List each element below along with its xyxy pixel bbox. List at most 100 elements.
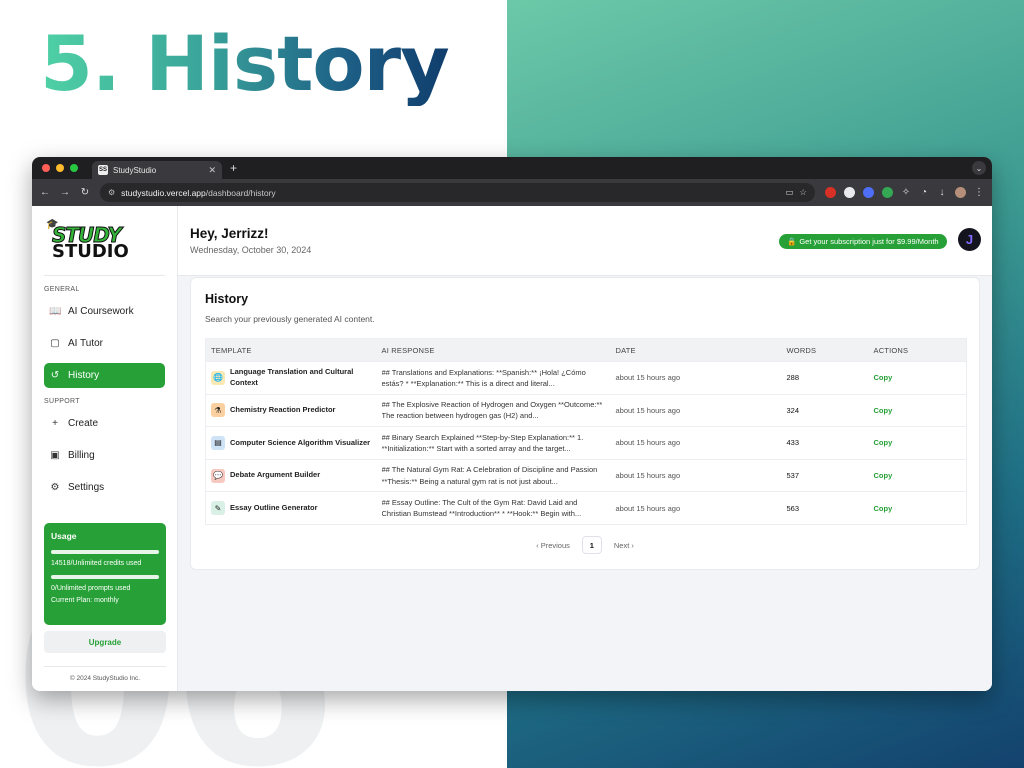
url-path: /dashboard/history: [205, 187, 276, 198]
user-avatar[interactable]: J: [958, 228, 981, 251]
sidebar-item-settings[interactable]: ⚙ Settings: [44, 475, 165, 500]
back-icon[interactable]: ←: [40, 187, 50, 198]
page-title: History: [205, 292, 249, 306]
column-header-template: TEMPLATE: [211, 345, 252, 355]
copy-button[interactable]: Copy: [869, 459, 967, 492]
ai-response-preview: ## Translations and Explanations: **Span…: [381, 367, 586, 388]
sidebar-item-ai-coursework[interactable]: 📖 AI Coursework: [44, 299, 165, 324]
browser-tabbar: SS StudyStudio ✕ + ⌄: [32, 157, 992, 179]
next-page-button[interactable]: Next ›: [614, 541, 634, 550]
address-bar[interactable]: ⚙ studystudio.vercel.app/dashboard/histo…: [100, 183, 815, 202]
close-window-button[interactable]: [42, 164, 50, 172]
prompts-used-text: 0/Unlimited prompts used: [51, 585, 131, 592]
history-card: History Search your previously generated…: [190, 277, 980, 570]
book-icon: 📖: [49, 306, 62, 317]
support-section-label: SUPPORT: [44, 398, 80, 405]
browser-tab[interactable]: SS StudyStudio ✕: [92, 161, 222, 179]
extension-green-icon[interactable]: [882, 187, 893, 198]
previous-page-button[interactable]: ‹ Previous: [536, 541, 570, 550]
browser-menu-icon[interactable]: ⋮: [974, 187, 984, 198]
sidebar-item-ai-tutor[interactable]: ▢ AI Tutor: [44, 331, 165, 356]
general-section-label: GENERAL: [44, 286, 80, 293]
extension-red-icon[interactable]: [825, 187, 836, 198]
download-icon[interactable]: ↓: [937, 187, 947, 198]
browser-window: SS StudyStudio ✕ + ⌄ ← → ↻ ⚙ studystudio…: [32, 157, 992, 691]
sidebar-item-label: Settings: [68, 482, 105, 493]
sidebar-footer: © 2024 StudyStudio Inc.: [44, 666, 166, 682]
template-name: Language Translation and Cultural Contex…: [230, 367, 354, 387]
credits-progress-bar: [51, 550, 159, 554]
row-words: 537: [786, 471, 800, 481]
row-date: about 15 hours ago: [615, 503, 681, 513]
profile-avatar-icon[interactable]: [955, 187, 966, 198]
close-tab-icon[interactable]: ✕: [208, 165, 216, 176]
tab-title: StudyStudio: [113, 165, 157, 175]
table-row: ▤ Computer Science Algorithm Visualizer #…: [205, 426, 967, 460]
site-info-icon[interactable]: ⚙: [108, 188, 115, 197]
extensions-row: ✧ ◔ ↓ ⋮: [825, 187, 984, 198]
greeting: Hey, Jerrizz!: [190, 226, 269, 241]
pagination: ‹ Previous 1 Next ›: [191, 536, 979, 554]
usage-title: Usage: [51, 531, 77, 541]
column-header-ai-response: AI RESPONSE: [381, 345, 435, 355]
prompts-progress-bar: [51, 575, 159, 579]
forward-icon[interactable]: →: [60, 187, 70, 198]
url-host: studystudio.vercel.app: [121, 187, 206, 198]
template-name: Essay Outline Generator: [230, 502, 318, 512]
sidebar-item-billing[interactable]: ▣ Billing: [44, 443, 165, 468]
table-header-row: TEMPLATE AI RESPONSE DATE WORDS ACTIONS: [205, 338, 967, 362]
bookmark-star-icon[interactable]: ☆: [799, 187, 807, 198]
credits-used-text: 14518/Unlimited credits used: [51, 560, 142, 567]
ai-response-preview: ## The Explosive Reaction of Hydrogen an…: [381, 400, 603, 421]
essay-template-icon: ✎: [211, 501, 225, 516]
previous-label: Previous: [540, 540, 570, 550]
row-date: about 15 hours ago: [615, 405, 681, 415]
row-date: about 15 hours ago: [615, 438, 681, 448]
sidebar-item-create[interactable]: + Create: [44, 411, 165, 436]
sidebar-icon[interactable]: ◔: [919, 187, 929, 198]
chemistry-template-icon: ⚗: [211, 403, 225, 418]
row-words: 433: [786, 438, 800, 448]
debate-template-icon: 💬: [211, 468, 225, 483]
extension-chatgpt-icon[interactable]: [844, 187, 855, 198]
table-row: ⚗ Chemistry Reaction Predictor ## The Exp…: [205, 394, 967, 427]
extensions-puzzle-icon[interactable]: ✧: [901, 187, 911, 198]
copy-button[interactable]: Copy: [869, 427, 967, 460]
row-words: 288: [786, 373, 800, 383]
row-words: 324: [786, 405, 800, 415]
sidebar: 🎓 STUDY STUDIO GENERAL 📖 AI Coursework ▢…: [32, 206, 178, 691]
column-header-words: WORDS: [786, 345, 817, 355]
new-tab-icon[interactable]: +: [230, 161, 237, 175]
sidebar-item-label: Create: [68, 418, 99, 429]
logo-mark: 🎓 STUDY STUDIO: [46, 219, 130, 263]
page-subtitle: Search your previously generated AI cont…: [205, 314, 375, 324]
tab-search-icon[interactable]: ⌄: [972, 161, 986, 175]
window-controls: [42, 164, 78, 172]
maximize-window-button[interactable]: [70, 164, 78, 172]
extension-blue-icon[interactable]: [863, 187, 874, 198]
translation-template-icon: 🌐: [211, 370, 225, 385]
template-name: Computer Science Algorithm Visualizer: [230, 437, 371, 447]
row-words: 563: [786, 503, 800, 513]
logo[interactable]: 🎓 STUDY STUDIO: [44, 206, 165, 276]
upgrade-button[interactable]: Upgrade: [44, 631, 166, 653]
reload-icon[interactable]: ↻: [80, 187, 90, 198]
subscription-promo-badge[interactable]: 🔒 Get your subscription just for $9.99/M…: [779, 234, 947, 249]
sidebar-item-label: AI Coursework: [68, 306, 134, 317]
copy-button[interactable]: Copy: [869, 362, 967, 395]
page-number-button[interactable]: 1: [581, 536, 602, 554]
logo-line-studio: STUDIO: [52, 240, 129, 262]
card-icon[interactable]: ▭: [785, 187, 793, 198]
main-content: Hey, Jerrizz! Wednesday, October 30, 202…: [178, 206, 992, 691]
minimize-window-button[interactable]: [56, 164, 64, 172]
sidebar-item-label: History: [68, 370, 100, 381]
copy-button[interactable]: Copy: [869, 394, 967, 427]
usage-card: Usage 14518/Unlimited credits used 0/Unl…: [44, 523, 166, 625]
gear-icon: ⚙: [50, 482, 60, 493]
history-table: TEMPLATE AI RESPONSE DATE WORDS ACTIONS …: [205, 338, 967, 525]
copy-button[interactable]: Copy: [869, 492, 967, 525]
sidebar-item-history[interactable]: ↺ History: [44, 363, 165, 388]
ai-response-preview: ## The Natural Gym Rat: A Celebration of…: [381, 465, 598, 486]
plus-icon: +: [52, 418, 58, 429]
chevron-right-icon: ›: [629, 540, 634, 550]
